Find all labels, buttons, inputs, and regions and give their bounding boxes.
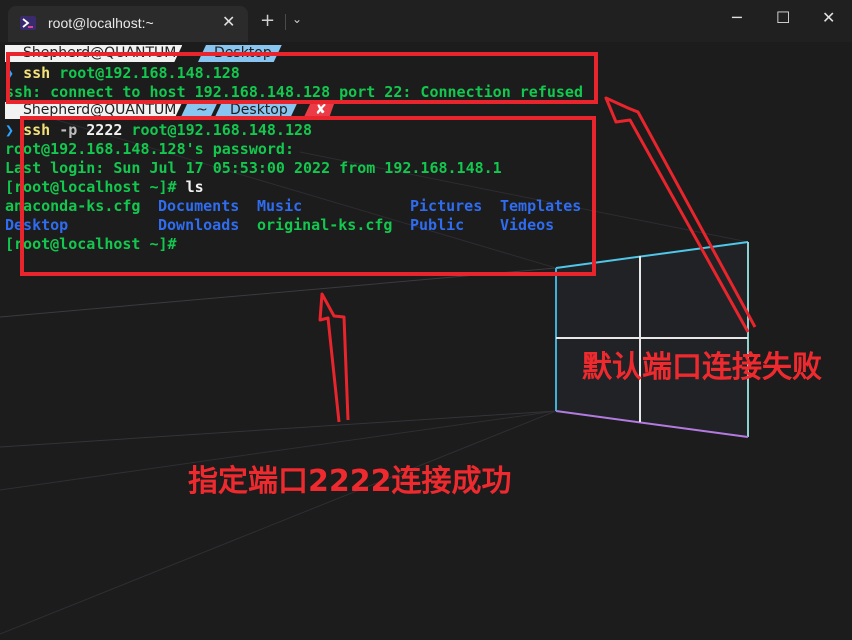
annotation-port-2222-success: 指定端口2222连接成功 <box>188 464 512 499</box>
annotation-arrows <box>318 96 757 423</box>
tab-divider <box>285 14 286 30</box>
tab-root-localhost[interactable]: root@localhost:~ ✕ <box>8 6 248 42</box>
close-button[interactable]: ✕ <box>822 8 835 27</box>
arrow-to-success <box>318 292 350 423</box>
title-bar: root@localhost:~ ✕ + ⌄ ─ ☐ ✕ <box>0 0 852 42</box>
annotation-default-port-failed: 默认端口连接失败 <box>582 350 822 385</box>
powershell-icon <box>20 16 36 30</box>
terminal-area[interactable]: Shepherd@QUANTUM Desktop ❯ ssh root@192.… <box>0 42 852 640</box>
tab-close-icon[interactable]: ✕ <box>222 12 235 31</box>
chevron-down-icon[interactable]: ⌄ <box>292 12 302 26</box>
minimize-button[interactable]: ─ <box>732 8 742 27</box>
arrow-to-failed <box>604 96 757 333</box>
maximize-button[interactable]: ☐ <box>776 8 790 27</box>
tab-title: root@localhost:~ <box>48 15 154 31</box>
terminal-window: root@localhost:~ ✕ + ⌄ ─ ☐ ✕ Shepherd@QU… <box>0 0 852 640</box>
new-tab-button[interactable]: + <box>260 10 275 31</box>
